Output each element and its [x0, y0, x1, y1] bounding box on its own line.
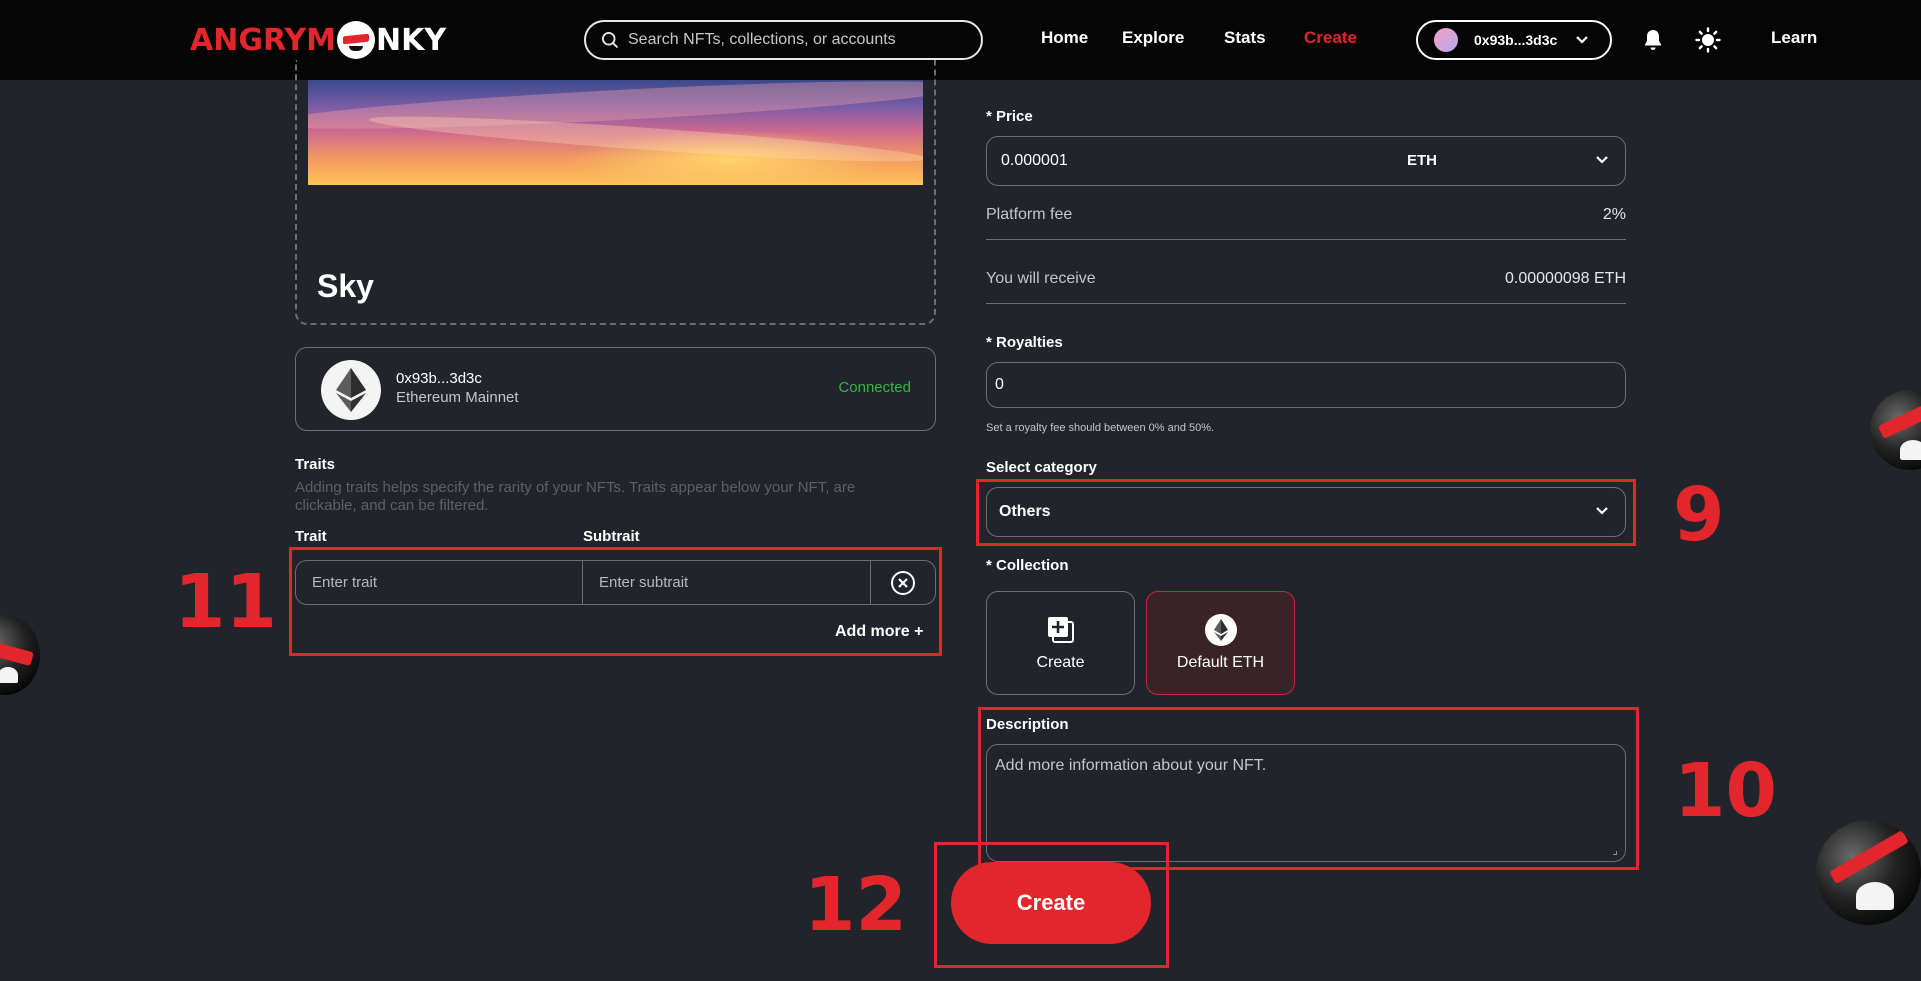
trait-column-label: Trait [295, 528, 327, 545]
logo-text-red: ANGRYM [190, 22, 336, 58]
nft-name: Sky [317, 268, 374, 304]
annotation-number-9: 9 [1673, 472, 1725, 558]
mascot-decoration [1816, 820, 1921, 925]
add-collection-icon [1047, 617, 1074, 643]
annotation-number-10: 10 [1674, 748, 1777, 834]
create-collection-button[interactable]: Create [986, 591, 1135, 695]
sun-icon[interactable] [1695, 27, 1721, 53]
monkey-face-icon [337, 21, 375, 59]
connected-wallet-card: 0x93b...3d3c Ethereum Mainnet Connected [295, 347, 936, 431]
royalties-help-text: Set a royalty fee should between 0% and … [986, 422, 1215, 434]
divider [986, 303, 1626, 304]
platform-fee-value: 2% [1602, 206, 1626, 223]
price-label: * Price [986, 108, 1033, 125]
chevron-down-icon [1576, 36, 1589, 44]
default-eth-collection-button[interactable]: Default ETH [1146, 591, 1295, 695]
traits-title: Traits [295, 456, 336, 473]
annotation-box-12 [934, 842, 1169, 968]
royalties-input[interactable]: 0 [995, 376, 1004, 394]
logo[interactable]: ANGRYM NKY [190, 20, 446, 60]
connection-status: Connected [838, 379, 911, 396]
wallet-dropdown[interactable]: 0x93b...3d3c [1416, 20, 1612, 60]
annotation-number-11: 11 [174, 559, 277, 645]
currency-select[interactable]: ETH [1407, 152, 1437, 169]
traits-help-text: Adding traits helps specify the rarity o… [295, 479, 856, 514]
wallet-address: 0x93b...3d3c [1474, 32, 1558, 48]
category-label: Select category [986, 459, 1097, 476]
divider [986, 239, 1626, 240]
wallet-card-address: 0x93b...3d3c [396, 370, 482, 387]
bell-icon[interactable] [1641, 28, 1665, 52]
annotation-number-12: 12 [804, 862, 907, 948]
search-icon [602, 32, 619, 49]
royalties-field[interactable]: 0 [986, 362, 1626, 408]
ethereum-icon [1204, 614, 1237, 646]
price-input[interactable]: 0.000001 [1001, 152, 1068, 170]
mascot-decoration [1870, 390, 1921, 470]
chevron-down-icon[interactable] [1595, 155, 1609, 165]
nav-create[interactable]: Create [1304, 28, 1357, 48]
annotation-box-9 [976, 479, 1636, 546]
search-input[interactable] [628, 31, 968, 49]
royalties-label: * Royalties [986, 334, 1063, 351]
default-eth-label: Default ETH [1176, 654, 1265, 671]
collection-label: * Collection [986, 557, 1069, 574]
wallet-card-network: Ethereum Mainnet [396, 389, 519, 406]
mascot-decoration [0, 615, 40, 695]
annotation-box-11 [289, 547, 942, 656]
subtrait-column-label: Subtrait [583, 528, 640, 545]
search-bar[interactable] [584, 20, 983, 60]
logo-text-white: NKY [376, 22, 447, 58]
price-field[interactable]: 0.000001 ETH [986, 136, 1626, 186]
receive-label: You will receive [986, 270, 1096, 287]
receive-value: 0.00000098 ETH [1505, 270, 1626, 287]
nav-home[interactable]: Home [1041, 28, 1088, 48]
nft-preview-image [308, 80, 923, 185]
create-collection-label: Create [1036, 654, 1085, 671]
nav-stats[interactable]: Stats [1224, 28, 1266, 48]
platform-fee-label: Platform fee [986, 206, 1073, 223]
top-navigation-bar: ANGRYM NKY Home Explore Stats Create 0x9… [0, 0, 1921, 80]
ethereum-icon [321, 360, 381, 420]
avatar [1434, 28, 1458, 52]
nav-learn[interactable]: Learn [1771, 28, 1817, 48]
nav-explore[interactable]: Explore [1122, 28, 1184, 48]
